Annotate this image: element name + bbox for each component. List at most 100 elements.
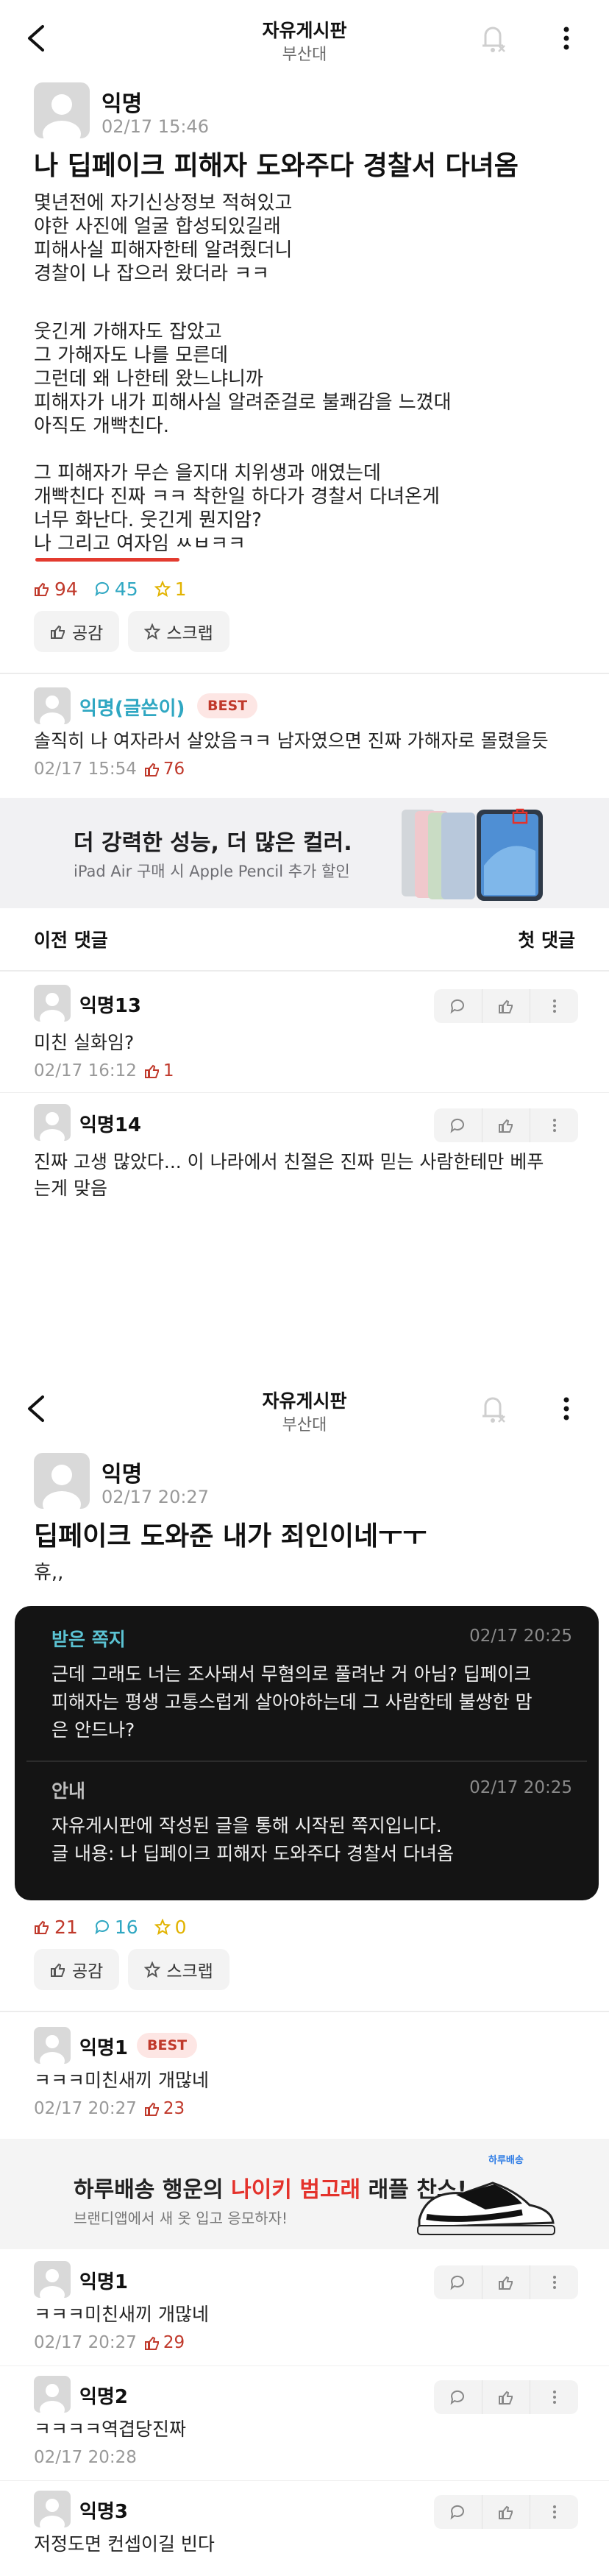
notice-label: 안내 [51,1780,86,1802]
comment-actions [434,2495,578,2529]
default-avatar-icon [40,1112,65,1141]
thumbs-up-icon [499,999,513,1013]
comment: 익명13 미친 실화임? 02/17 16:12 1 [34,985,578,1080]
comment: 익명1 ㅋㅋㅋ미친새끼 개많네 02/17 20:27 29 [34,2261,578,2357]
divider [0,2011,609,2012]
reply-bubble-icon [450,2275,465,2290]
comment-more-button[interactable] [530,989,578,1023]
comment-author: 익명13 [79,995,142,1017]
comment-like-button[interactable] [482,2380,531,2414]
board-title: 자유게시판 [262,1390,347,1412]
comment-author: 익명14 [79,1114,142,1136]
thumbs-up-icon [144,2336,159,2350]
reply-button[interactable] [434,989,482,1023]
avatar [34,1104,71,1141]
star-icon [144,1961,161,1978]
ad-headline: 하루배송 행운의 나이키 범고래 래플 찬스! [74,2177,468,2203]
scrap-button[interactable]: 스크랩 [128,1949,229,1990]
thumbs-up-icon [499,2505,513,2519]
like-button[interactable]: 공감 [34,1949,120,1990]
comment-time: 02/17 20:27 [34,2099,137,2118]
best-comment: 익명(글쓴이) BEST 솔직히 나 여자라서 살았음ㅋㅋ 남자였으면 진짜 가… [34,687,578,790]
notice-time: 02/17 20:25 [469,1778,572,1797]
reply-bubble-icon [450,2505,465,2520]
star-icon [154,1919,171,1935]
school-name: 부산대 [282,1416,327,1434]
author-name: 익명 [102,1462,143,1487]
comment-text: ㅋㅋㅋㅋ역겹당진짜 [34,2418,187,2440]
comment-nav: 이전 댓글 첫 댓글 [34,926,575,955]
reply-bubble-icon [450,1118,465,1133]
ad-subtext: 브랜디앱에서 새 옷 입고 응모하자! [74,2209,288,2227]
default-avatar-icon [43,1465,81,1509]
first-comment-link[interactable]: 첫 댓글 [518,926,575,952]
divider [0,2480,609,2481]
best-badge: BEST [197,693,258,718]
reply-bubble-icon [450,2390,465,2405]
comment-like-button[interactable] [482,989,531,1023]
comment-text: 진짜 고생 많았다... 이 나라에서 친절은 진짜 믿는 사람한테만 베푸 [34,1151,544,1172]
message-text: 근데 그래도 너는 조사돼서 무혐의로 풀려난 거 아님? 딥페이크 [51,1663,531,1685]
thumbs-up-icon [144,2102,159,2116]
default-avatar-icon [40,2499,65,2527]
more-menu-icon[interactable] [553,22,580,54]
comment-like-button[interactable] [482,2495,531,2529]
notification-off-icon[interactable] [477,21,509,56]
comment-text: ㅋㅋㅋ미친새끼 개많네 [34,2070,209,2091]
comment-text: 솔직히 나 여자라서 살았음ㅋㅋ 남자였으면 진짜 가해자로 몰렸을듯 [34,730,549,751]
post-time: 02/17 20:27 [102,1487,209,1507]
comment-like-button[interactable] [482,2265,531,2299]
author-name: 익명 [102,91,143,117]
comment-more-button[interactable] [530,2265,578,2299]
comment: 익명3 저정도면 컨셉이길 빈다 [34,2491,578,2572]
post-body-line: 경찰이 나 잡으러 왔더라 ㅋㅋ [34,263,270,285]
comment-meta: 02/17 15:54 76 [34,760,185,779]
divider [26,1761,587,1762]
comment-meta: 02/17 20:28 [34,2448,137,2467]
prev-comments-link[interactable]: 이전 댓글 [34,930,108,951]
comment-author: 익명3 [79,2501,128,2523]
avatar [34,687,71,724]
scrap-button[interactable]: 스크랩 [128,611,229,652]
ad-banner[interactable]: 더 강력한 성능, 더 많은 컬러. iPad Air 구매 시 Apple P… [0,798,609,908]
best-badge: BEST [137,2033,198,2058]
post-stats: 94 45 1 [34,577,187,601]
reply-button[interactable] [434,2265,482,2299]
more-dots-icon [552,1119,556,1132]
post-body-line: 휴,, [34,1562,64,1584]
thumbs-up-icon [35,582,49,596]
screenshot-2: 자유게시판 부산대 익명 02/17 20:27 딥페이크 도와준 내가 죄인이… [0,1370,609,2576]
more-menu-icon[interactable] [553,1393,580,1425]
top-bar: 자유게시판 부산대 [0,0,609,77]
comment: 익명2 ㅋㅋㅋㅋ역겹당진짜 02/17 20:28 [34,2376,578,2471]
divider [0,970,609,972]
reply-button[interactable] [434,1108,482,1142]
thumbs-up-icon [499,1119,513,1133]
reply-button[interactable] [434,2380,482,2414]
divider [0,673,609,674]
default-avatar-icon [40,2269,65,2298]
notification-off-icon[interactable] [477,1391,509,1426]
board-title: 자유게시판 [262,20,347,41]
comment-more-button[interactable] [530,2380,578,2414]
received-message: 받은 쪽지 02/17 20:25 근데 그래도 너는 조사돼서 무혐의로 풀려… [51,1625,572,1758]
ad-badge-icon [512,808,528,824]
avatar [34,985,71,1022]
comment-like-button[interactable] [482,1108,531,1142]
comment-time: 02/17 20:28 [34,2448,137,2467]
scrap-count: 1 [154,578,187,600]
comment-actions [434,989,578,1023]
message-text: 은 안드나? [51,1719,135,1741]
comment-count: 16 [94,1917,138,1938]
like-button[interactable]: 공감 [34,611,120,652]
ad-banner[interactable]: 하루배송 행운의 나이키 범고래 래플 찬스! 브랜디앱에서 새 옷 입고 응모… [0,2139,609,2249]
comment-more-button[interactable] [530,1108,578,1142]
comment-meta: 02/17 20:27 29 [34,2333,185,2352]
comment-bubble-icon [95,581,109,597]
comment-more-button[interactable] [530,2495,578,2529]
message-text: 피해자는 평생 고통스럽게 살아야하는데 그 사람한테 불쌍한 맘 [51,1691,533,1713]
reply-button[interactable] [434,2495,482,2529]
best-comment: 익명1 BEST ㅋㅋㅋ미친새끼 개많네 02/17 20:27 23 [34,2027,578,2130]
reply-bubble-icon [450,999,465,1014]
received-label: 받은 쪽지 [51,1629,126,1650]
